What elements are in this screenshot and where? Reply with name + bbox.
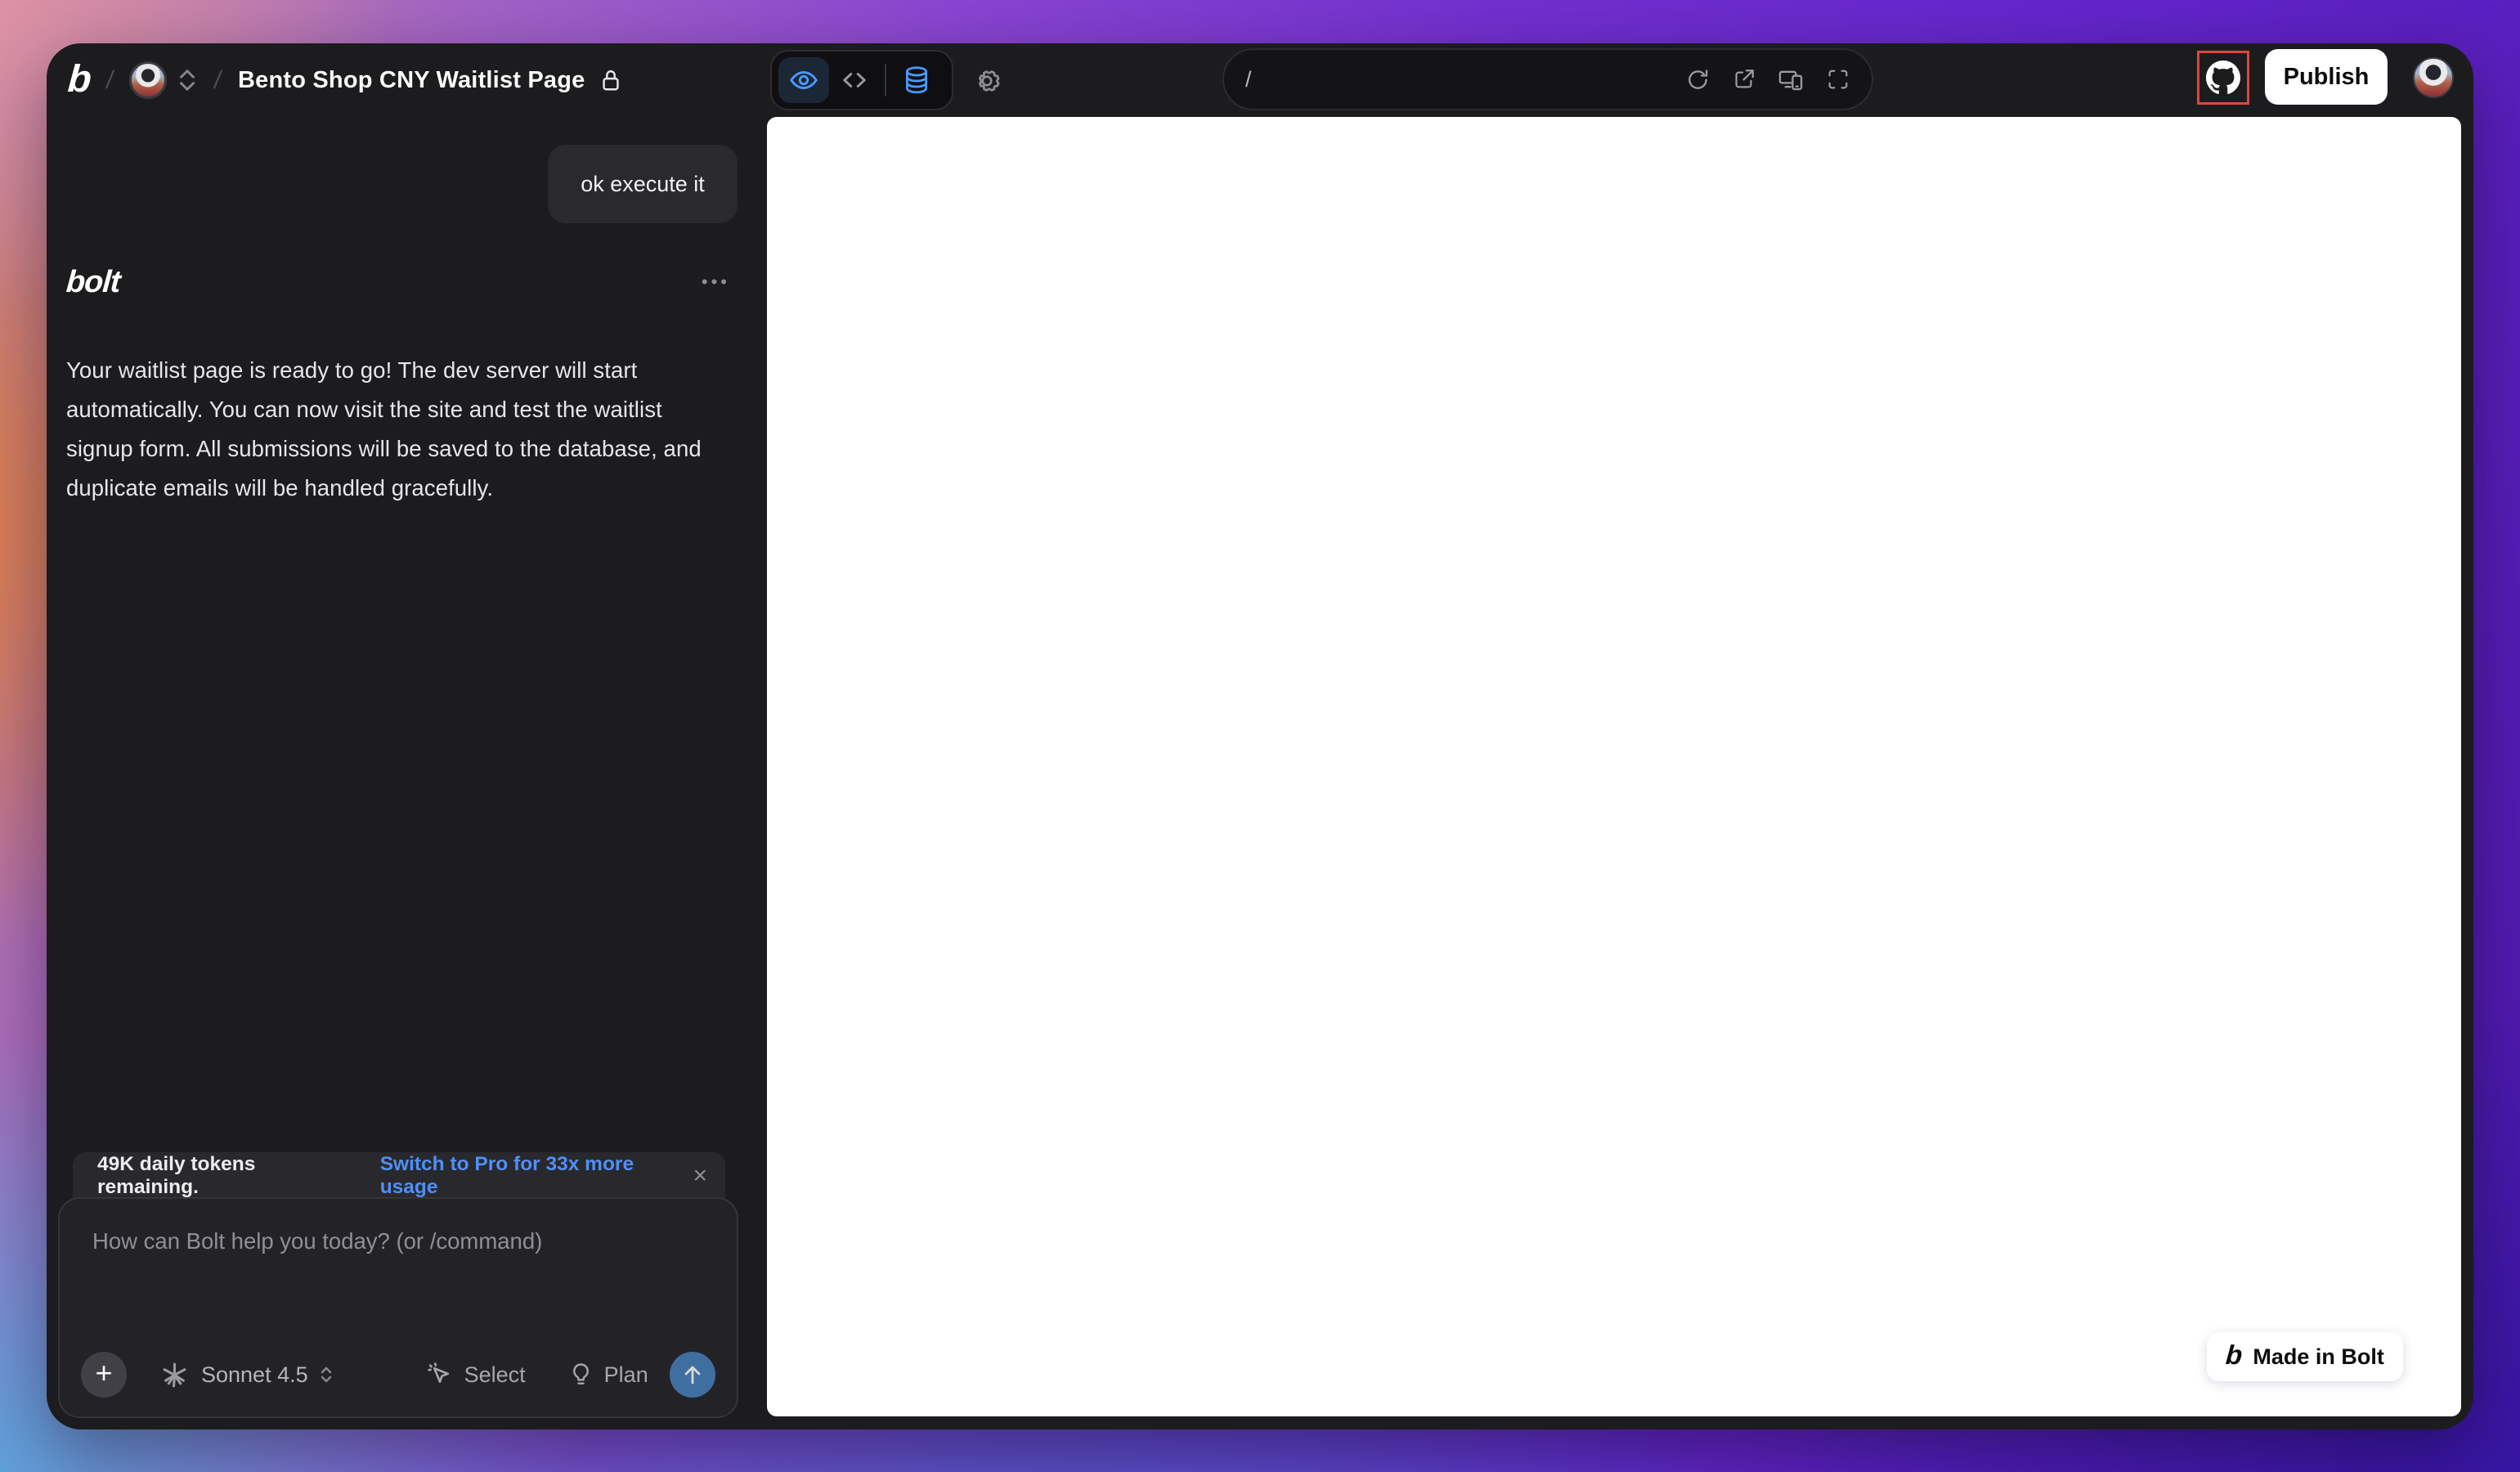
- eye-icon: [789, 65, 818, 95]
- gear-icon: [971, 65, 1002, 96]
- tokens-remaining-text: 49K daily tokens remaining.: [97, 1153, 359, 1199]
- plan-label: Plan: [604, 1362, 648, 1388]
- preview-toggle-button[interactable]: [778, 57, 829, 103]
- breadcrumb: b / / Bento Shop CNY Waitlist Page: [68, 43, 623, 117]
- code-toggle-button[interactable]: [829, 57, 880, 103]
- model-chevron-icon: [319, 1365, 334, 1384]
- workspace-avatar[interactable]: [129, 61, 167, 99]
- made-in-bolt-label: Made in Bolt: [2253, 1344, 2384, 1370]
- responsive-devices-icon[interactable]: [1778, 67, 1805, 92]
- bolt-badge-logo: b: [2225, 1340, 2244, 1375]
- toolbar-divider: [885, 64, 886, 96]
- preview-url-bar[interactable]: /: [1222, 48, 1873, 110]
- top-bar: b / / Bento Shop CNY Waitlist Page: [47, 43, 2473, 117]
- model-starburst-icon: [161, 1362, 188, 1389]
- switch-to-pro-link[interactable]: Switch to Pro for 33x more usage: [380, 1153, 693, 1199]
- breadcrumb-separator-2: /: [213, 65, 224, 95]
- breadcrumb-separator: /: [104, 65, 115, 95]
- token-limit-banner: 49K daily tokens remaining. Switch to Pr…: [73, 1152, 725, 1199]
- view-mode-toolbar: [770, 50, 953, 110]
- select-tool-button[interactable]: Select: [427, 1362, 526, 1389]
- project-title[interactable]: Bento Shop CNY Waitlist Page: [238, 67, 585, 94]
- settings-button[interactable]: [969, 63, 1005, 99]
- reload-icon[interactable]: [1685, 67, 1711, 92]
- cursor-select-icon: [427, 1362, 454, 1389]
- open-external-icon[interactable]: [1732, 67, 1756, 92]
- chat-input[interactable]: [60, 1199, 737, 1322]
- github-icon: [2206, 61, 2240, 95]
- arrow-up-icon: [679, 1362, 706, 1388]
- code-icon: [841, 66, 868, 94]
- send-button[interactable]: [670, 1352, 715, 1398]
- url-path[interactable]: /: [1245, 67, 1685, 92]
- model-selector[interactable]: Sonnet 4.5: [161, 1362, 334, 1389]
- workspace-switcher-icon[interactable]: [177, 68, 198, 92]
- user-message-bubble: ok execute it: [548, 145, 738, 223]
- model-label: Sonnet 4.5: [201, 1362, 308, 1388]
- github-connect-button[interactable]: [2197, 51, 2249, 105]
- attach-button[interactable]: +: [81, 1352, 127, 1398]
- more-options-icon[interactable]: •••: [702, 273, 738, 291]
- made-in-bolt-badge[interactable]: b Made in Bolt: [2207, 1332, 2403, 1381]
- database-icon: [903, 65, 930, 95]
- chat-composer: + Sonnet 4.5 Select Pl: [58, 1197, 738, 1418]
- site-preview-pane[interactable]: b Made in Bolt: [767, 117, 2461, 1416]
- close-icon[interactable]: ×: [693, 1164, 707, 1188]
- plan-mode-button[interactable]: Plan: [568, 1362, 648, 1389]
- assistant-message-text: Your waitlist page is ready to go! The d…: [66, 351, 720, 508]
- assistant-message-header: bolt •••: [66, 263, 738, 302]
- publish-button[interactable]: Publish: [2265, 49, 2388, 105]
- user-avatar[interactable]: [2413, 57, 2454, 98]
- app-window: b / / Bento Shop CNY Waitlist Page: [47, 43, 2473, 1429]
- fullscreen-icon[interactable]: [1826, 67, 1850, 92]
- composer-toolbar: + Sonnet 4.5 Select Pl: [81, 1351, 715, 1398]
- bolt-logo[interactable]: b: [66, 59, 91, 102]
- lightbulb-icon: [568, 1362, 594, 1389]
- bolt-wordmark: bolt: [65, 265, 121, 300]
- database-button[interactable]: [891, 57, 942, 103]
- lock-icon: [599, 67, 623, 93]
- select-label: Select: [464, 1362, 526, 1388]
